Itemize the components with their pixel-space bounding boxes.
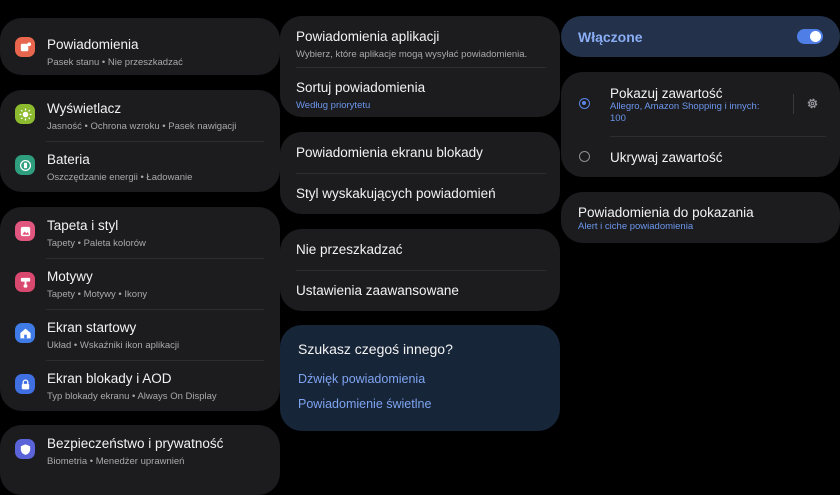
sort-notifications-title: Sortuj powiadomienia <box>296 80 426 95</box>
settings-item-wallpaper[interactable]: Tapeta i styl Tapety • Paleta kolorów <box>0 207 280 258</box>
settings-item-title: Bateria <box>47 152 90 167</box>
looking-for-something-card: Szukasz czegoś innego? Dźwięk powiadomie… <box>280 325 560 431</box>
lock-screen-notifications-item[interactable]: Powiadomienia ekranu blokady <box>280 132 560 173</box>
notifications-main-card: Powiadomienia aplikacji Wybierz, które a… <box>280 16 560 117</box>
do-not-disturb-item[interactable]: Nie przeszkadzać <box>280 229 560 270</box>
settings-group-security: Bezpieczeństwo i prywatność Biometria • … <box>0 425 280 495</box>
battery-icon <box>15 155 35 175</box>
content-visibility-card: Pokazuj zawartość Allegro, Amazon Shoppi… <box>561 72 840 177</box>
sun-icon <box>15 104 35 124</box>
hide-content-title: Ukrywaj zawartość <box>610 150 723 165</box>
master-toggle-switch[interactable] <box>797 29 823 44</box>
popup-style-title: Styl wyskakujących powiadomień <box>296 186 496 201</box>
settings-item-subtitle: Pasek stanu • Nie przeszkadzać <box>47 57 183 68</box>
gear-icon[interactable] <box>806 97 819 110</box>
settings-item-lock-screen[interactable]: Ekran blokady i AOD Typ blokady ekranu •… <box>0 360 280 411</box>
settings-item-subtitle: Tapety • Paleta kolorów <box>47 238 146 249</box>
settings-item-themes[interactable]: Motywy Tapety • Motywy • Ikony <box>0 258 280 309</box>
light-notification-link[interactable]: Powiadomienie świetlne <box>298 396 431 412</box>
settings-group-display: Wyświetlacz Jasność • Ochrona wzroku • P… <box>0 90 280 192</box>
show-content-apps: Allegro, Amazon Shopping i innych: 100 <box>610 101 760 124</box>
home-icon <box>15 323 35 343</box>
settings-item-title: Tapeta i styl <box>47 218 119 233</box>
notification-sound-link[interactable]: Dźwięk powiadomienia <box>298 371 425 387</box>
settings-group-notifications: Powiadomienia Pasek stanu • Nie przeszka… <box>0 18 280 75</box>
wallpaper-icon <box>15 221 35 241</box>
settings-group-personalization: Tapeta i styl Tapety • Paleta kolorów Mo… <box>0 207 280 411</box>
hide-content-option[interactable]: Ukrywaj zawartość <box>561 137 840 177</box>
settings-item-title: Motywy <box>47 269 93 284</box>
sort-notifications-value: Według priorytetu <box>296 100 371 111</box>
advanced-settings-item[interactable]: Ustawienia zaawansowane <box>280 270 560 311</box>
advanced-settings-title: Ustawienia zaawansowane <box>296 283 459 298</box>
show-content-radio[interactable] <box>579 98 590 109</box>
settings-item-subtitle: Biometria • Menedżer uprawnień <box>47 456 185 467</box>
settings-item-title: Powiadomienia <box>47 37 139 52</box>
notifications-style-card: Powiadomienia ekranu blokady Styl wyskak… <box>280 132 560 214</box>
settings-item-title: Bezpieczeństwo i prywatność <box>47 436 224 451</box>
settings-item-notifications[interactable]: Powiadomienia Pasek stanu • Nie przeszka… <box>0 18 280 75</box>
settings-item-display[interactable]: Wyświetlacz Jasność • Ochrona wzroku • P… <box>0 90 280 141</box>
app-notifications-item[interactable]: Powiadomienia aplikacji Wybierz, które a… <box>280 16 560 67</box>
notifications-to-show-title: Powiadomienia do pokazania <box>578 205 754 220</box>
settings-item-subtitle: Układ • Wskaźniki ikon aplikacji <box>47 340 180 351</box>
looking-for-something-title: Szukasz czegoś innego? <box>298 341 453 357</box>
settings-item-title: Wyświetlacz <box>47 101 122 116</box>
gear-divider <box>793 94 794 114</box>
show-content-title: Pokazuj zawartość <box>610 86 723 101</box>
settings-item-title: Ekran blokady i AOD <box>47 371 172 386</box>
app-notifications-title: Powiadomienia aplikacji <box>296 29 440 44</box>
lock-screen-notifications-title: Powiadomienia ekranu blokady <box>296 145 483 160</box>
do-not-disturb-title: Nie przeszkadzać <box>296 242 403 257</box>
master-switch-card[interactable]: Włączone <box>561 16 840 57</box>
hide-content-radio[interactable] <box>579 151 590 162</box>
settings-item-security[interactable]: Bezpieczeństwo i prywatność Biometria • … <box>0 425 280 476</box>
settings-item-subtitle: Typ blokady ekranu • Always On Display <box>47 391 217 402</box>
notifications-to-show-card[interactable]: Powiadomienia do pokazania Alert i ciche… <box>561 192 840 243</box>
master-switch-label: Włączone <box>578 29 643 45</box>
sort-notifications-item[interactable]: Sortuj powiadomienia Według priorytetu <box>280 67 560 117</box>
notifications-icon <box>15 37 35 57</box>
popup-style-item[interactable]: Styl wyskakujących powiadomień <box>280 173 560 214</box>
notifications-extra-card: Nie przeszkadzać Ustawienia zaawansowane <box>280 229 560 311</box>
themes-icon <box>15 272 35 292</box>
shield-icon <box>15 439 35 459</box>
app-notifications-subtitle: Wybierz, które aplikacje mogą wysyłać po… <box>296 49 528 60</box>
settings-item-title: Ekran startowy <box>47 320 137 335</box>
lock-icon <box>15 374 35 394</box>
settings-item-subtitle: Oszczędzanie energii • Ładowanie <box>47 172 193 183</box>
settings-item-battery[interactable]: Bateria Oszczędzanie energii • Ładowanie <box>0 141 280 192</box>
show-content-option[interactable]: Pokazuj zawartość Allegro, Amazon Shoppi… <box>561 72 840 136</box>
notifications-to-show-value: Alert i ciche powiadomienia <box>578 221 694 232</box>
settings-item-home-screen[interactable]: Ekran startowy Układ • Wskaźniki ikon ap… <box>0 309 280 360</box>
settings-item-subtitle: Tapety • Motywy • Ikony <box>47 289 148 300</box>
settings-item-subtitle: Jasność • Ochrona wzroku • Pasek nawigac… <box>47 121 237 132</box>
